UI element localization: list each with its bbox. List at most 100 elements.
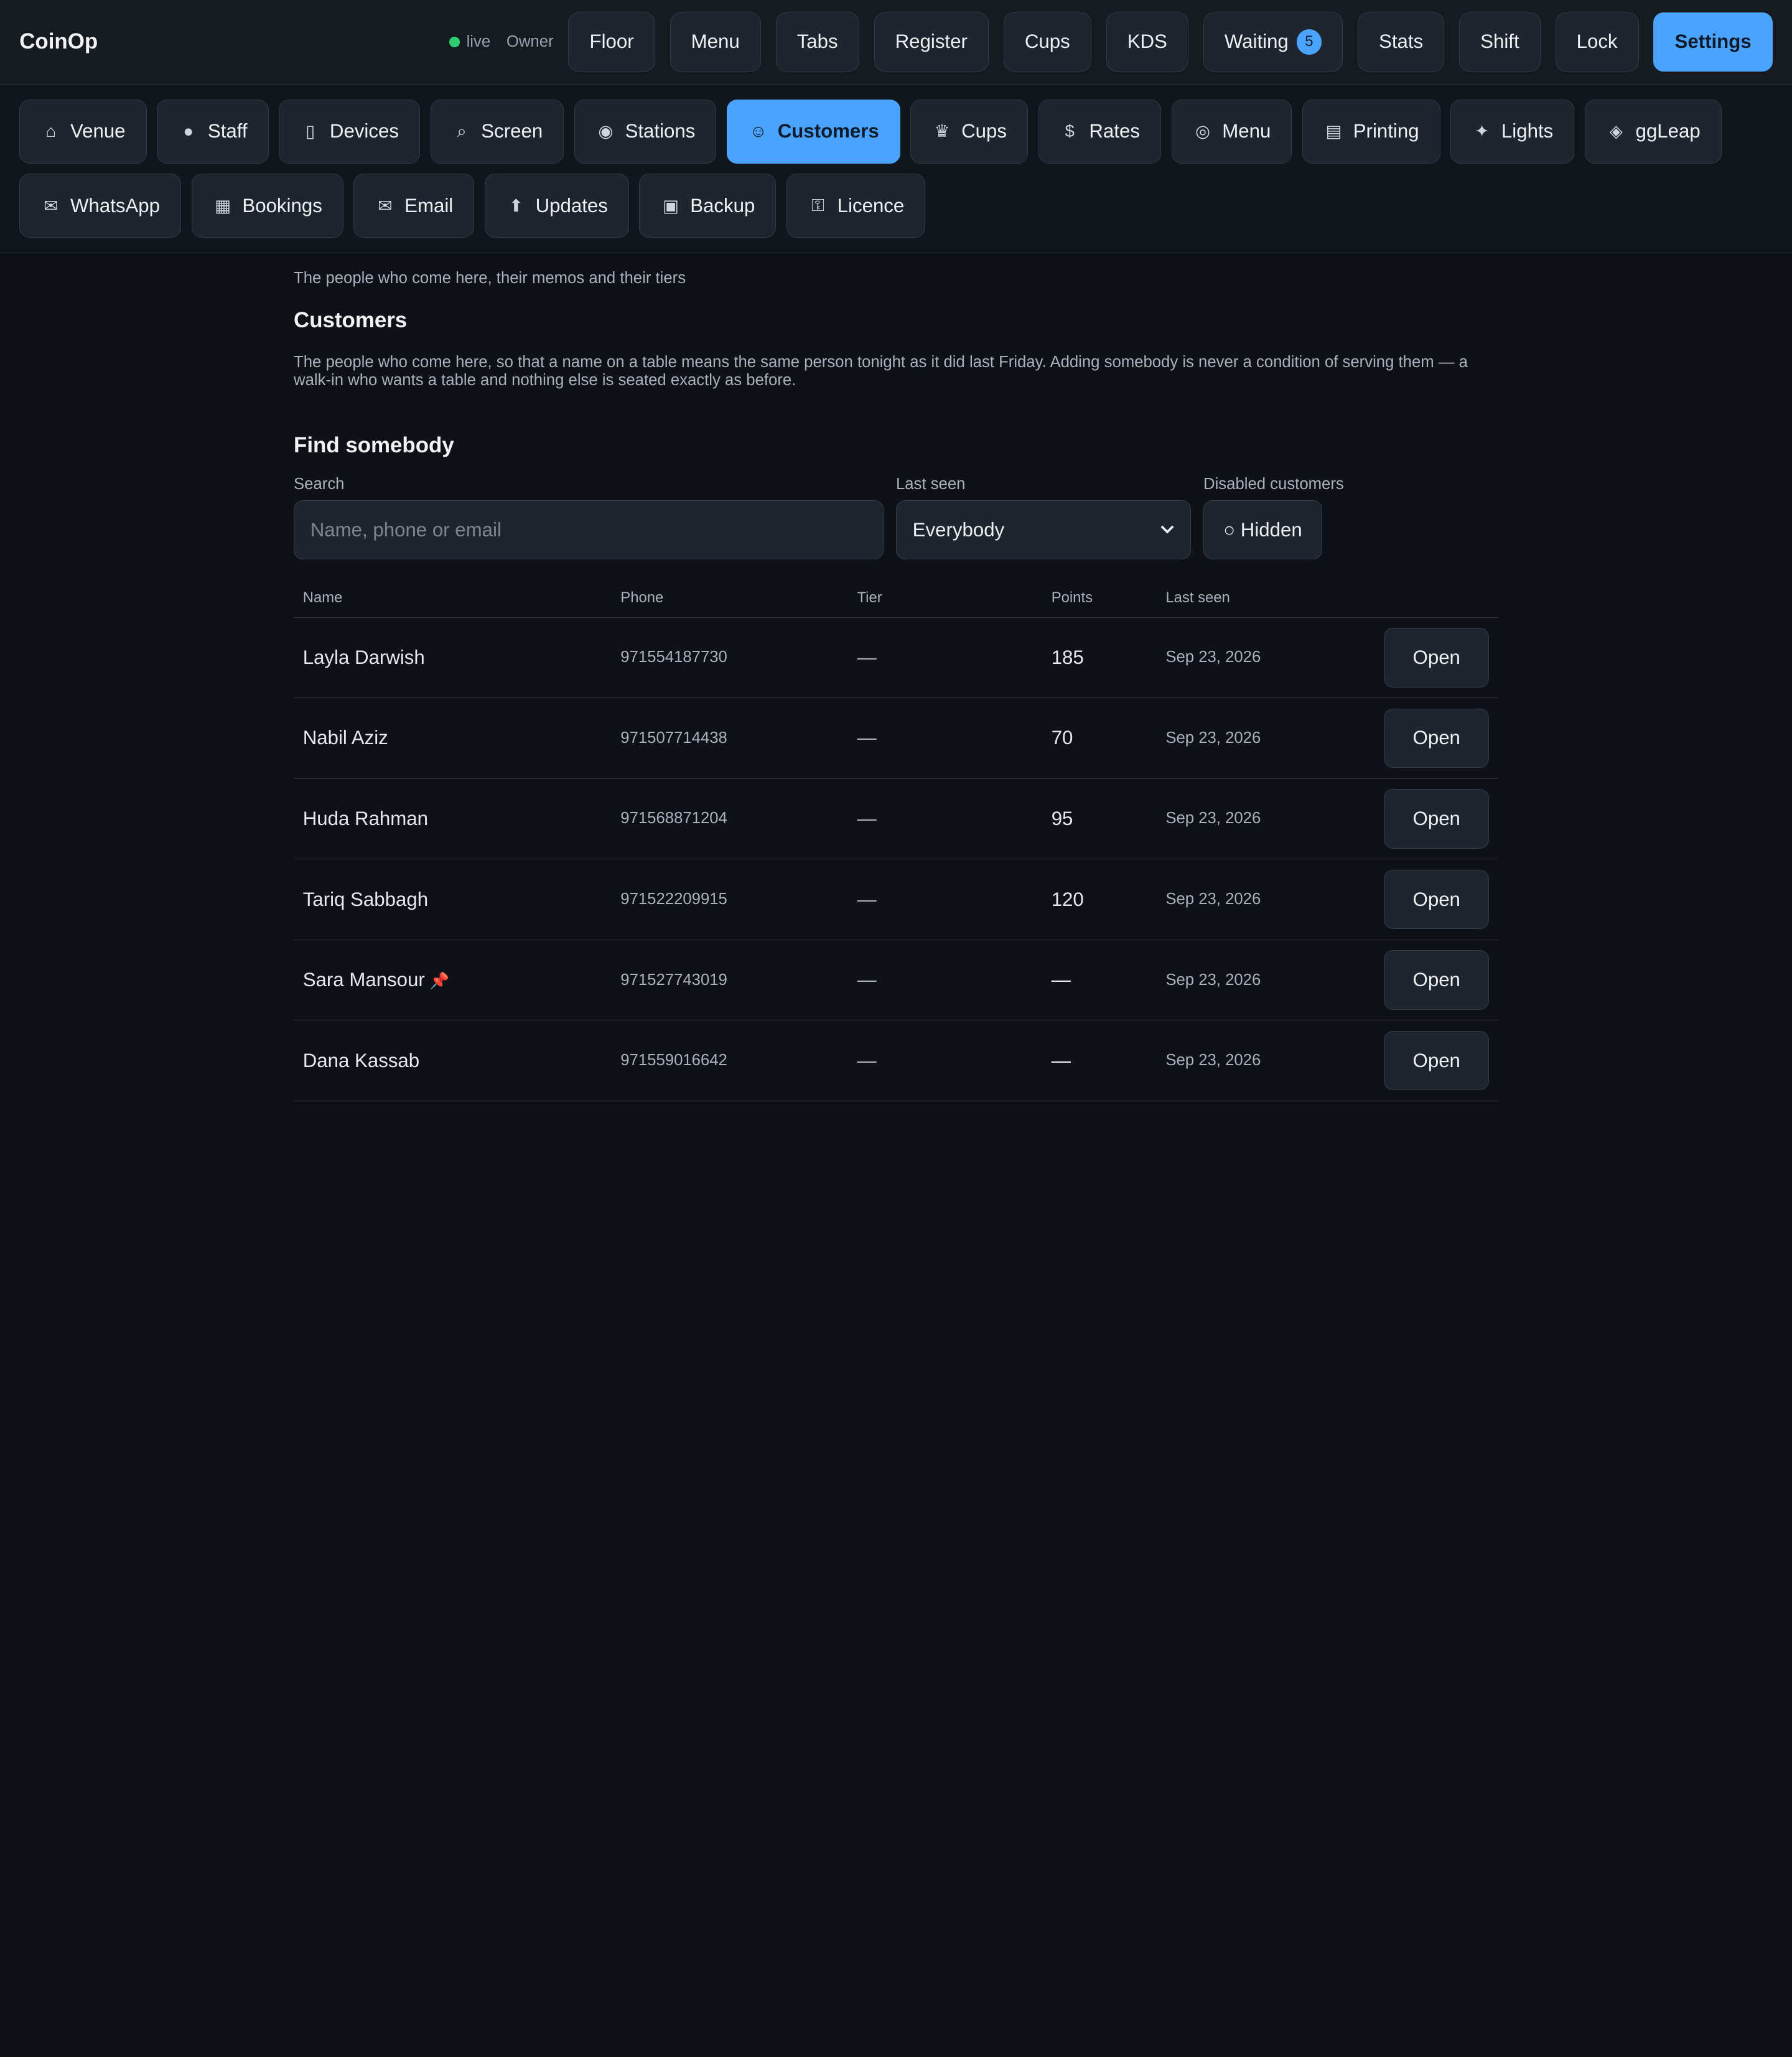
customer-tier: — xyxy=(847,778,1042,860)
tab-bookings[interactable]: ▦ Bookings xyxy=(191,174,343,238)
tab-whatsapp[interactable]: ✉ WhatsApp xyxy=(19,174,182,238)
table-row: Tariq Sabbagh 971522209915 — 120 Sep 23, 202… xyxy=(294,859,1498,940)
disabled-field: Disabled customers ○ Hidden xyxy=(1203,475,1344,560)
key-icon: ⚿ xyxy=(811,195,824,215)
customer-phone: 971568871204 xyxy=(611,778,848,860)
customers-panel: The people who come here, their memos an… xyxy=(294,253,1498,1101)
open-customer-button[interactable]: Open xyxy=(1384,869,1490,930)
last-seen-select[interactable]: Everybody xyxy=(895,500,1191,560)
tab-label: WhatsApp xyxy=(70,194,161,217)
tab-backup[interactable]: ▣ Backup xyxy=(639,174,777,238)
tab-cups[interactable]: ♛ Cups xyxy=(910,99,1029,164)
search-input[interactable] xyxy=(294,500,884,560)
row-action: Open xyxy=(1357,859,1498,940)
nav-cups-button[interactable]: Cups xyxy=(1003,12,1091,72)
search-field: Search xyxy=(294,475,884,560)
envelope-icon: ✉ xyxy=(378,195,393,215)
customer-points: — xyxy=(1042,940,1157,1021)
nav-menu-button[interactable]: Menu xyxy=(670,12,761,72)
col-last-seen: Last seen xyxy=(1156,582,1358,618)
nav-settings-button[interactable]: Settings xyxy=(1653,12,1773,72)
customer-points-text: 185 xyxy=(1051,646,1084,668)
nav-label: Stats xyxy=(1379,30,1424,53)
customer-points: — xyxy=(1042,1020,1157,1101)
nav-tabs-button[interactable]: Tabs xyxy=(775,12,859,72)
tab-label: Rates xyxy=(1089,120,1140,142)
tab-licence[interactable]: ⚿ Licence xyxy=(786,174,926,238)
customer-last-seen: Sep 23, 2026 xyxy=(1156,940,1358,1021)
customer-name: Dana Kassab xyxy=(294,1020,612,1101)
tab-label: Updates xyxy=(535,194,608,217)
customer-phone-text: 971568871204 xyxy=(620,809,727,828)
customer-last-seen: Sep 23, 2026 xyxy=(1156,1020,1358,1101)
disabled-toggle[interactable]: ○ Hidden xyxy=(1203,500,1322,560)
page-intro: The people who come here, so that a name… xyxy=(294,353,1468,389)
tab-venue[interactable]: ⌂ Venue xyxy=(19,99,147,164)
row-action: Open xyxy=(1357,1020,1498,1101)
table-row: Huda Rahman 971568871204 — 95 Sep 23, 2026 Op… xyxy=(294,778,1498,860)
eight-ball-icon: ◉ xyxy=(598,121,614,141)
customer-points-text: 70 xyxy=(1051,727,1073,749)
customer-name: Nabil Aziz xyxy=(294,697,612,779)
tab-lights[interactable]: ✦ Lights xyxy=(1450,99,1575,164)
customer-tier: — xyxy=(847,697,1042,779)
customer-name-text: Nabil Aziz xyxy=(302,727,388,749)
customers-table: Name Phone Tier Points Last seen Layla D… xyxy=(294,582,1498,1101)
nav-shift-button[interactable]: Shift xyxy=(1459,12,1541,72)
table-row: Nabil Aziz 971507714438 — 70 Sep 23, 2026 Ope… xyxy=(294,697,1498,779)
arrow-up-icon: ⬆ xyxy=(508,195,523,215)
customer-phone: 971559016642 xyxy=(611,1020,848,1101)
table-row: Dana Kassab 971559016642 — — Sep 23, 2026 Ope… xyxy=(294,1020,1498,1101)
table-row: Layla Darwish 971554187730 — 185 Sep 23, 202… xyxy=(294,617,1498,699)
tab-label: Bookings xyxy=(242,194,322,217)
disabled-label: Disabled customers xyxy=(1203,475,1344,493)
nav-label: Register xyxy=(895,30,968,53)
tab-menu[interactable]: ◎ Menu xyxy=(1171,99,1292,164)
nav-floor-button[interactable]: Floor xyxy=(568,12,655,72)
col-name: Name xyxy=(294,582,612,618)
search-label: Search xyxy=(294,475,345,493)
tab-staff[interactable]: ● Staff xyxy=(157,99,269,164)
settings-tabs: ⌂ Venue ● Staff ▯ Devices ⌕ Screen ◉ Stations ☺ Cus… xyxy=(0,84,1792,253)
nav-kds-button[interactable]: KDS xyxy=(1106,12,1188,72)
last-seen-label: Last seen xyxy=(895,475,966,493)
live-label: live xyxy=(466,32,491,50)
tab-devices[interactable]: ▯ Devices xyxy=(279,99,420,164)
open-customer-button[interactable]: Open xyxy=(1384,628,1490,688)
tab-printing[interactable]: ▤ Printing xyxy=(1302,99,1440,164)
customer-name-text: Layla Darwish xyxy=(302,646,425,668)
tab-rates[interactable]: $ Rates xyxy=(1038,99,1161,164)
row-action: Open xyxy=(1357,617,1498,699)
nav-register-button[interactable]: Register xyxy=(874,12,989,72)
open-customer-button[interactable]: Open xyxy=(1384,1030,1490,1091)
open-customer-button[interactable]: Open xyxy=(1384,708,1490,768)
last-seen-field: Last seen Everybody xyxy=(895,475,1191,560)
nav-label: Menu xyxy=(691,30,740,53)
nav-waiting-button[interactable]: Waiting 5 xyxy=(1203,12,1343,72)
tab-screen[interactable]: ⌕ Screen xyxy=(430,99,564,164)
customer-name: Layla Darwish xyxy=(294,617,612,699)
tab-updates[interactable]: ⬆ Updates xyxy=(484,174,629,238)
disabled-value: ○ Hidden xyxy=(1223,518,1302,541)
customer-last-seen-text: Sep 23, 2026 xyxy=(1165,890,1261,908)
trophy-icon: ♛ xyxy=(934,121,950,141)
customer-tier: — xyxy=(847,617,1042,699)
nav-lock-button[interactable]: Lock xyxy=(1555,12,1639,72)
tab-customers[interactable]: ☺ Customers xyxy=(726,99,900,164)
customer-name-text: Sara Mansour xyxy=(302,969,425,991)
pin-icon: 📌 xyxy=(429,973,450,991)
nav-label: Shift xyxy=(1480,30,1519,53)
customer-last-seen-text: Sep 23, 2026 xyxy=(1165,729,1261,747)
tab-label: Licence xyxy=(837,194,905,217)
filter-row: Search Last seen Everybody Disabled cust… xyxy=(294,475,1498,560)
open-customer-button[interactable]: Open xyxy=(1384,789,1490,849)
nav-label: Floor xyxy=(589,30,634,53)
open-customer-button[interactable]: Open xyxy=(1384,950,1490,1010)
col-phone: Phone xyxy=(611,582,848,618)
tab-email[interactable]: ✉ Email xyxy=(353,174,475,238)
customer-last-seen: Sep 23, 2026 xyxy=(1156,617,1358,699)
user-icon: ● xyxy=(183,121,194,141)
tab-ggleap[interactable]: ◈ ggLeap xyxy=(1584,99,1722,164)
nav-stats-button[interactable]: Stats xyxy=(1357,12,1445,72)
tab-stations[interactable]: ◉ Stations xyxy=(574,99,717,164)
